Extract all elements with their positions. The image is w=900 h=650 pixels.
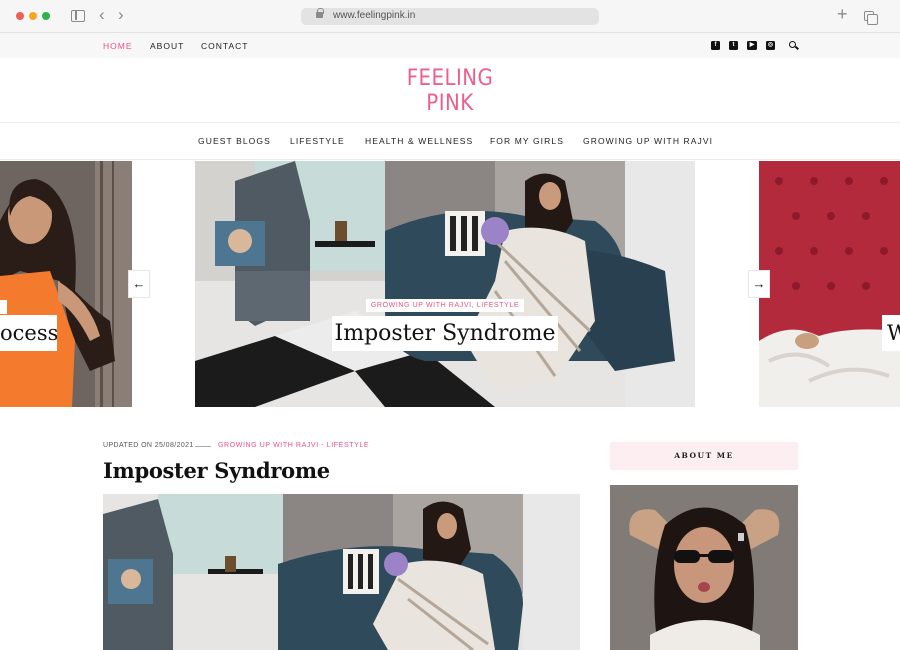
top-bar: HOME ABOUT CONTACT f t ▶ ◎ <box>0 33 900 58</box>
arrow-right-icon[interactable]: → <box>748 270 770 298</box>
sidebar-toggle-icon[interactable] <box>71 10 85 22</box>
divider <box>0 122 900 123</box>
slide-right-image <box>759 161 900 407</box>
nav-home-link[interactable]: HOME <box>103 41 133 51</box>
minimize-window-button[interactable] <box>29 12 37 20</box>
nav-guest-blogs[interactable]: GUEST BLOGS <box>198 136 271 146</box>
youtube-icon[interactable]: ▶ <box>747 41 757 50</box>
about-me-photo <box>610 485 798 650</box>
post-title: Imposter Syndrome <box>103 458 330 483</box>
slide-center-image <box>195 161 695 407</box>
lock-icon <box>316 8 324 18</box>
nav-about-link[interactable]: ABOUT <box>150 41 184 51</box>
post-categories[interactable]: GROWING UP WITH RAJVI - LIFESTYLE <box>218 442 369 449</box>
slide-right[interactable] <box>759 161 900 407</box>
nav-for-my-girls[interactable]: FOR MY GIRLS <box>490 136 564 146</box>
search-icon[interactable] <box>789 41 796 48</box>
browser-toolbar: ‹ › www.feelingpink.in + <box>0 0 900 33</box>
forward-icon[interactable]: › <box>118 6 124 23</box>
instagram-icon[interactable]: ◎ <box>766 41 775 50</box>
site-logo[interactable]: FEELING PINK <box>350 66 550 116</box>
nav-lifestyle[interactable]: LIFESTYLE <box>290 136 345 146</box>
nav-growing-up-with-rajvi[interactable]: GROWING UP WITH RAJVI <box>583 136 713 146</box>
slide-left-caption[interactable]: ocess <box>0 315 57 351</box>
slide-center-categories[interactable]: GROWING UP WITH RAJVI, LIFESTYLE <box>366 299 524 312</box>
post-featured-image <box>103 494 580 650</box>
slide-center-caption[interactable]: Imposter Syndrome <box>332 316 558 351</box>
maximize-window-button[interactable] <box>42 12 50 20</box>
twitter-icon[interactable]: t <box>729 41 738 50</box>
post-updated-date: UPDATED ON 25/08/2021 <box>103 442 194 449</box>
back-icon[interactable]: ‹ <box>99 6 105 23</box>
slide-left-image <box>0 161 132 407</box>
new-tab-icon[interactable]: + <box>837 5 848 23</box>
slide-left-category-tag <box>0 300 7 314</box>
about-photo-graphic <box>610 485 798 650</box>
about-me-heading: ABOUT ME <box>610 442 798 470</box>
url-text: www.feelingpink.in <box>333 10 416 21</box>
facebook-icon[interactable]: f <box>711 41 720 50</box>
close-window-button[interactable] <box>16 12 24 20</box>
nav-health-wellness[interactable]: HEALTH & WELLNESS <box>365 136 473 146</box>
logo-line-2: PINK <box>426 91 474 116</box>
tab-overview-icon[interactable] <box>864 11 878 25</box>
slide-center[interactable] <box>195 161 695 407</box>
meta-separator <box>195 446 211 447</box>
post-image-graphic <box>103 494 580 650</box>
slide-left[interactable] <box>0 161 132 407</box>
logo-line-1: FEELING <box>406 66 494 91</box>
address-bar[interactable]: www.feelingpink.in <box>301 8 599 25</box>
divider <box>0 159 900 160</box>
nav-contact-link[interactable]: CONTACT <box>201 41 248 51</box>
arrow-left-icon[interactable]: ← <box>128 270 150 298</box>
slide-right-caption[interactable]: W <box>882 315 900 351</box>
